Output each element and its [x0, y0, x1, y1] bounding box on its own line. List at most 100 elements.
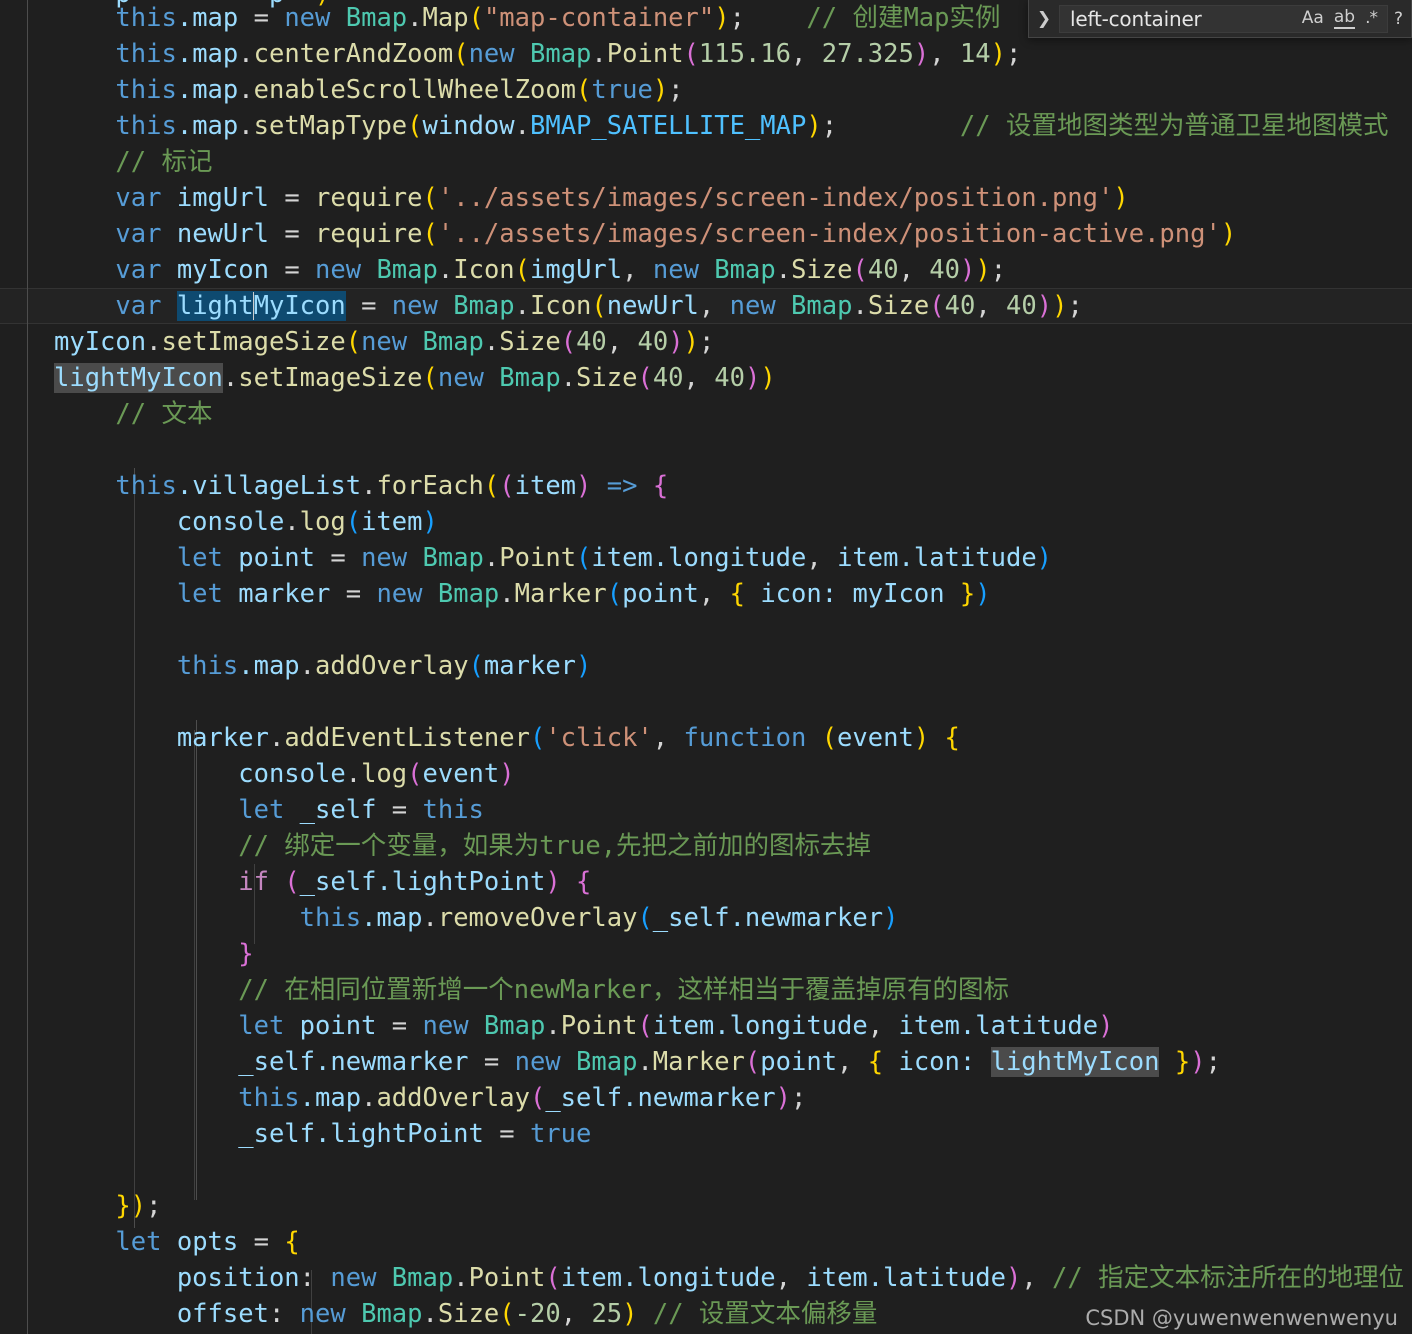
code-token: . — [499, 579, 515, 609]
code-token: .longitude — [714, 1011, 868, 1041]
code-line[interactable]: // 绑定一个变量，如果为true,先把之前加的图标去掉 — [54, 828, 871, 864]
code-line[interactable]: this.map.setMapType(window.BMAP_SATELLIT… — [54, 108, 1388, 144]
code-token: . — [222, 363, 239, 393]
code-token: . — [545, 1011, 561, 1041]
code-line[interactable]: if (_self.lightPoint) { — [54, 864, 591, 900]
code-line[interactable]: var lightMyIcon = new Bmap.Icon(newUrl, … — [54, 288, 1083, 324]
code-token: new — [299, 1299, 346, 1329]
code-token: imgUrl — [530, 255, 623, 285]
code-token: newUrl — [176, 219, 269, 249]
code-line[interactable]: this.map.addOverlay(marker) — [54, 648, 592, 684]
code-line[interactable]: let opts = { — [54, 1224, 299, 1260]
code-token: centerAndZoom — [253, 39, 454, 69]
regex-icon[interactable]: .* — [1365, 10, 1378, 27]
code-token: { — [867, 1047, 884, 1077]
code-token: ( — [345, 327, 362, 357]
code-line[interactable]: // 文本 — [54, 396, 212, 432]
code-token: = — [376, 795, 423, 825]
code-token: ) — [1005, 1263, 1022, 1293]
code-token: ( — [483, 471, 500, 501]
code-token: ; — [1067, 291, 1083, 321]
find-input[interactable]: left-container Aa ab .* — [1059, 4, 1388, 33]
code-token: ) — [775, 1083, 791, 1113]
code-token: , — [867, 1011, 899, 1041]
code-token: require — [315, 219, 423, 249]
code-token: ( — [606, 579, 623, 609]
code-token: Icon — [453, 255, 515, 285]
code-line[interactable]: this.map = new Bmap.Map("map-container")… — [54, 0, 1000, 36]
code-line[interactable]: console.log(item) — [54, 504, 438, 540]
code-token: lightMyIcon — [990, 1047, 1160, 1077]
code-line[interactable]: let marker = new Bmap.Marker(point, { ic… — [54, 576, 991, 612]
code-line[interactable]: var newUrl = require('../assets/images/s… — [54, 216, 1236, 252]
code-line[interactable]: console.log(event) — [54, 756, 514, 792]
code-line[interactable]: this.map.enableScrollWheelZoom(true); — [54, 72, 683, 108]
code-line[interactable]: offset: new Bmap.Size(-20, 25) // 设置文本偏移… — [54, 1296, 878, 1332]
code-line[interactable]: var imgUrl = require('../assets/images/s… — [54, 180, 1128, 216]
find-widget[interactable]: ❯ left-container Aa ab .* ? — [1028, 0, 1412, 38]
code-token: ( — [468, 3, 484, 33]
code-token: new — [376, 579, 423, 609]
code-line[interactable]: } — [54, 936, 253, 972]
code-token: , — [683, 363, 715, 393]
code-token: Bmap — [361, 1299, 423, 1329]
code-token: ( — [637, 903, 653, 933]
find-options[interactable]: Aa ab .* — [1302, 8, 1383, 29]
code-token: ( — [468, 651, 484, 681]
code-token: light — [176, 291, 254, 321]
code-content[interactable]: p p ) this.map = new Bmap.Map("map-conta… — [0, 0, 1412, 1334]
code-token: ; — [1006, 39, 1022, 69]
code-token: 115.16 — [698, 39, 792, 69]
code-token: ) — [1036, 543, 1053, 573]
code-line[interactable]: this.villageList.forEach((item) => { — [54, 468, 668, 504]
code-line[interactable]: }); — [54, 1188, 161, 1224]
code-line[interactable]: this.map.centerAndZoom(new Bmap.Point(11… — [54, 36, 1021, 72]
code-token: ) — [130, 1191, 147, 1221]
code-token: var — [115, 183, 162, 213]
help-icon[interactable]: ? — [1390, 9, 1411, 29]
code-token: Bmap — [530, 39, 592, 69]
code-line[interactable]: _self.lightPoint = true — [54, 1116, 591, 1152]
code-line[interactable]: myIcon.setImageSize(new Bmap.Size(40, 40… — [54, 324, 714, 360]
code-token: Point — [499, 543, 577, 573]
code-token: ( — [514, 255, 531, 285]
code-token: console — [176, 507, 285, 537]
code-line[interactable]: lightMyIcon.setImageSize(new Bmap.Size(4… — [54, 360, 776, 396]
code-line[interactable]: let point = new Bmap.Point(item.longitud… — [54, 540, 1052, 576]
code-line[interactable]: var myIcon = new Bmap.Icon(imgUrl, new B… — [54, 252, 1006, 288]
code-token: . — [852, 291, 868, 321]
whole-word-icon[interactable]: ab — [1333, 8, 1356, 29]
code-line[interactable]: this.map.addOverlay(_self.newmarker); — [54, 1080, 806, 1116]
code-token: Bmap — [422, 327, 484, 357]
match-case-icon[interactable]: Aa — [1302, 10, 1324, 27]
code-line[interactable]: // 标记 — [54, 144, 212, 180]
code-token: '../assets/images/screen-index/position-… — [437, 219, 1221, 249]
code-line[interactable]: position: new Bmap.Point(item.longitude,… — [54, 1260, 1404, 1296]
code-token: , — [837, 1047, 868, 1077]
code-token: let — [238, 795, 285, 825]
chevron-right-icon[interactable]: ❯ — [1029, 0, 1059, 38]
code-token: ; — [990, 255, 1007, 285]
code-line[interactable]: this.map.removeOverlay(_self.newmarker) — [54, 900, 899, 936]
code-token: ( — [852, 255, 868, 285]
code-token: this — [115, 471, 177, 501]
code-token: ( — [499, 471, 515, 501]
code-line[interactable]: let _self = this — [54, 792, 484, 828]
code-line[interactable]: // 在相同位置新增一个newMarker，这样相当于覆盖掉原有的图标 — [54, 972, 1009, 1008]
code-token: .lightPoint — [376, 867, 546, 897]
code-token: ( — [821, 723, 838, 753]
code-editor[interactable]: p p ) this.map = new Bmap.Map("map-conta… — [0, 0, 1412, 1334]
code-line[interactable]: let point = new Bmap.Point(item.longitud… — [54, 1008, 1113, 1044]
code-line[interactable]: marker.addEventListener('click', functio… — [54, 720, 960, 756]
code-token: ) — [1036, 291, 1053, 321]
code-token: ) — [913, 723, 930, 753]
code-line[interactable]: _self.newmarker = new Bmap.Marker(point,… — [54, 1044, 1221, 1080]
